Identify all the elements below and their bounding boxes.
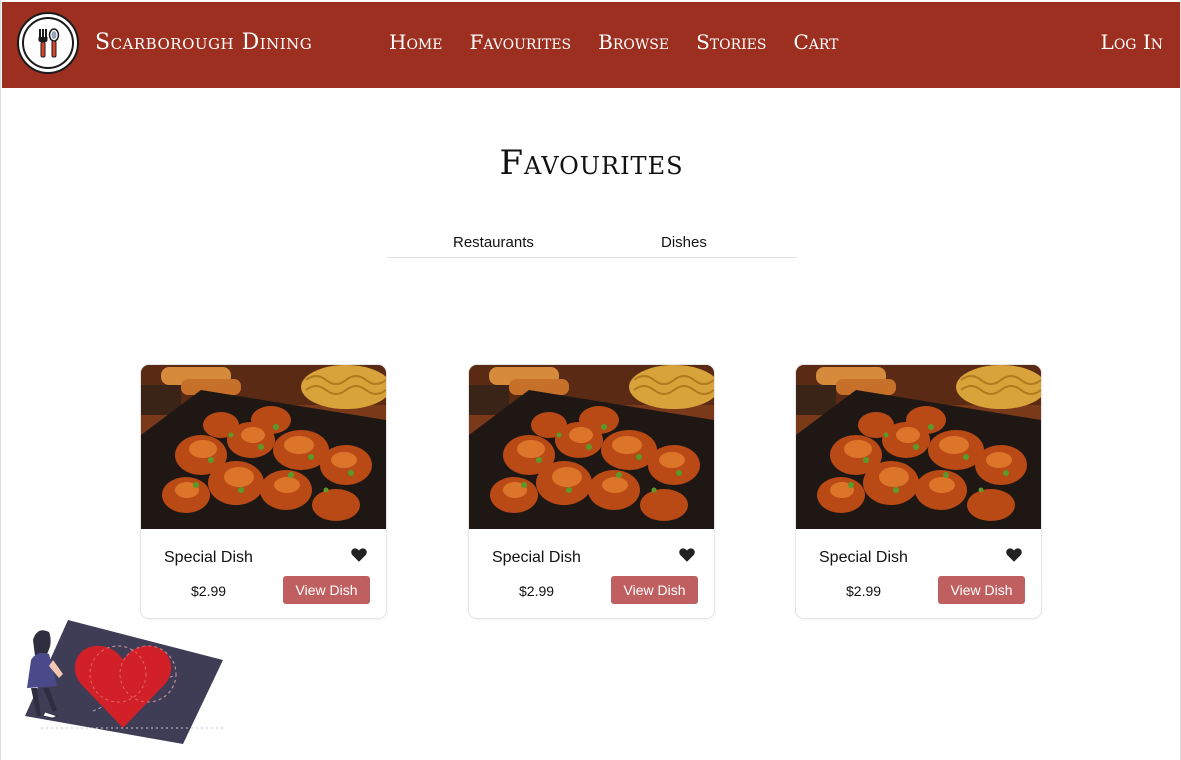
dish-price: $2.99 xyxy=(519,583,555,599)
login-link[interactable]: Log In xyxy=(1101,30,1163,54)
logo-ring xyxy=(22,17,74,69)
nav-link-stories[interactable]: Stories xyxy=(696,30,766,54)
tab-dishes[interactable]: Dishes xyxy=(661,234,707,251)
navbar: Scarborough Dining Home Favourites Brows… xyxy=(2,2,1180,88)
tab-restaurants[interactable]: Restaurants xyxy=(453,234,534,251)
dish-card[interactable]: Special Dish $2.99 View Dish xyxy=(141,365,386,618)
nav-link-home[interactable]: Home xyxy=(389,30,442,54)
page-title: Favourites xyxy=(499,143,684,183)
heart-icon[interactable] xyxy=(1005,546,1023,564)
nav-links: Home Favourites Browse Stories Cart xyxy=(389,30,866,54)
dish-image xyxy=(796,365,1041,529)
view-dish-button[interactable]: View Dish xyxy=(938,576,1025,604)
favourites-illustration xyxy=(25,620,223,744)
dish-name: Special Dish xyxy=(819,549,908,566)
heart-icon[interactable] xyxy=(350,546,368,564)
nav-link-browse[interactable]: Browse xyxy=(598,30,669,54)
dish-price: $2.99 xyxy=(191,583,227,599)
dish-card[interactable]: Special Dish $2.99 View Dish xyxy=(796,365,1041,618)
logo[interactable] xyxy=(17,12,79,74)
heart-icon[interactable] xyxy=(678,546,696,564)
nav-link-favourites[interactable]: Favourites xyxy=(469,30,571,54)
dish-price: $2.99 xyxy=(846,583,882,599)
fork-spoon-logo-icon xyxy=(38,28,60,58)
nav-link-cart[interactable]: Cart xyxy=(793,30,838,54)
page: Scarborough Dining Home Favourites Brows… xyxy=(0,0,1181,760)
dish-name: Special Dish xyxy=(164,549,253,566)
dish-image xyxy=(141,365,386,529)
favourites-tabs: Restaurants Dishes xyxy=(387,233,797,258)
dish-card[interactable]: Special Dish $2.99 View Dish xyxy=(469,365,714,618)
dish-image xyxy=(469,365,714,529)
dish-name: Special Dish xyxy=(492,549,581,566)
view-dish-button[interactable]: View Dish xyxy=(611,576,698,604)
view-dish-button[interactable]: View Dish xyxy=(283,576,370,604)
brand-name[interactable]: Scarborough Dining xyxy=(95,30,312,55)
